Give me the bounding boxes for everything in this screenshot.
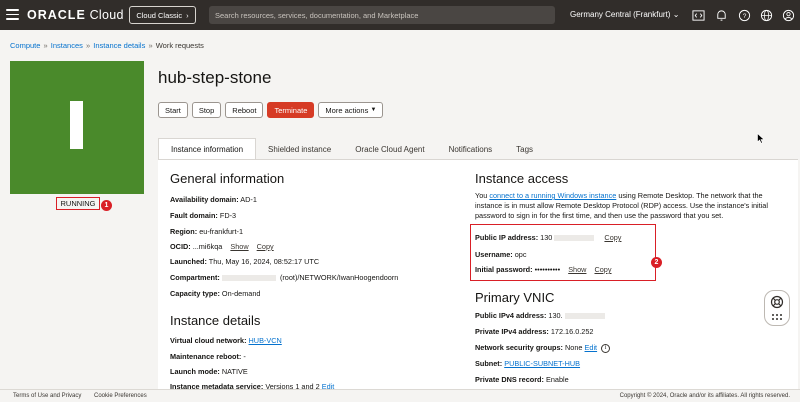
fault-domain-row: Fault domain: FD-3	[170, 211, 237, 220]
instance-details-heading: Instance details	[170, 313, 261, 328]
lifebuoy-icon	[770, 295, 784, 308]
highlight-box	[470, 224, 656, 281]
terms-link[interactable]: Terms of Use and Privacy	[13, 393, 81, 399]
action-toolbar: Start Stop Reboot Terminate More actions…	[158, 102, 384, 118]
start-button[interactable]: Start	[158, 102, 188, 118]
compartment-row: Compartment: (root)/NETWORK/IwanHoogendo…	[170, 273, 399, 282]
announcements-bell-icon[interactable]	[714, 8, 728, 22]
breadcrumb-compute[interactable]: Compute	[10, 41, 40, 50]
menu-icon[interactable]	[6, 9, 19, 20]
private-dns-row: Private DNS record: Enable	[475, 375, 569, 384]
callout-marker-1: 1	[101, 200, 112, 211]
tab-notifications[interactable]: Notifications	[437, 138, 505, 160]
top-navigation-bar: ORACLE Cloud Cloud Classic › Search resou…	[0, 0, 800, 30]
ocid-copy-link[interactable]: Copy	[257, 242, 274, 251]
chevron-down-icon: ⌄	[672, 10, 680, 19]
maintenance-reboot-row: Maintenance reboot: -	[170, 352, 246, 361]
availability-domain-row: Availability domain: AD-1	[170, 195, 257, 204]
svg-text:?: ?	[742, 12, 746, 19]
tab-shielded-instance[interactable]: Shielded instance	[256, 138, 343, 160]
info-icon[interactable]: i	[601, 343, 611, 353]
subnet-row: Subnet: PUBLIC-SUBNET-HUB	[475, 359, 581, 368]
launch-mode-row: Launch mode: NATIVE	[170, 367, 248, 376]
connect-windows-instance-link[interactable]: connect to a running Windows instance	[489, 191, 616, 200]
vcn-link[interactable]: HUB-VCN	[249, 336, 282, 345]
region-selector[interactable]: Germany Central (Frankfurt) ⌄	[570, 10, 679, 19]
mouse-cursor-icon	[757, 133, 765, 144]
instance-access-heading: Instance access	[475, 171, 569, 186]
code-editor-icon[interactable]	[691, 8, 705, 22]
user-profile-icon[interactable]	[781, 8, 795, 22]
footer: Terms of Use and Privacy Cookie Preferen…	[0, 389, 800, 402]
grid-dots-icon	[772, 313, 782, 320]
copyright-text: Copyright © 2024, Oracle and/or its affi…	[619, 393, 790, 399]
oracle-cloud-logo[interactable]: ORACLE Cloud	[27, 8, 124, 22]
tab-oracle-cloud-agent[interactable]: Oracle Cloud Agent	[343, 138, 436, 160]
chevron-right-icon: ›	[186, 10, 189, 20]
breadcrumb: Compute » Instances » Instance details »…	[10, 41, 204, 50]
callout-marker-2: 2	[651, 257, 662, 268]
primary-vnic-heading: Primary VNIC	[475, 290, 555, 305]
search-input[interactable]: Search resources, services, documentatio…	[209, 6, 555, 24]
ocid-row: OCID: ...mi6kqa Show Copy	[170, 242, 274, 251]
caret-down-icon: ▼	[370, 107, 377, 113]
tab-bar: Instance information Shielded instance O…	[158, 138, 545, 160]
help-widget[interactable]	[764, 290, 790, 326]
help-icon[interactable]: ?	[737, 8, 751, 22]
page-title: hub-step-stone	[158, 68, 272, 87]
nsg-edit-link[interactable]: Edit	[585, 343, 598, 352]
launched-row: Launched: Thu, May 16, 2024, 08:52:17 UT…	[170, 257, 320, 266]
redacted-value	[564, 313, 605, 320]
general-information-heading: General information	[170, 171, 285, 186]
public-ipv4-row: Public IPv4 address: 130.	[475, 311, 607, 320]
reboot-button[interactable]: Reboot	[225, 102, 264, 118]
capacity-type-row: Capacity type: On-demand	[170, 289, 261, 298]
redacted-value	[221, 275, 276, 282]
instance-status-tile	[10, 61, 144, 194]
tab-tags[interactable]: Tags	[504, 138, 545, 160]
cloud-classic-button[interactable]: Cloud Classic ›	[129, 6, 196, 24]
region-row: Region: eu-frankfurt-1	[170, 227, 244, 236]
breadcrumb-instances[interactable]: Instances	[51, 41, 83, 50]
terminate-button[interactable]: Terminate	[267, 102, 315, 118]
cookie-preferences-link[interactable]: Cookie Preferences	[94, 393, 147, 399]
instance-letter-icon	[70, 101, 83, 149]
subnet-link[interactable]: PUBLIC-SUBNET-HUB	[504, 359, 580, 368]
private-ipv4-row: Private IPv4 address: 172.16.0.252	[475, 327, 594, 336]
vcn-row: Virtual cloud network: HUB-VCN	[170, 336, 282, 345]
language-globe-icon[interactable]	[759, 8, 773, 22]
more-actions-button[interactable]: More actions ▼	[318, 102, 384, 118]
status-badge: RUNNING	[56, 197, 100, 210]
breadcrumb-instance-details[interactable]: Instance details	[93, 41, 145, 50]
breadcrumb-work-requests: Work requests	[155, 41, 204, 50]
nsg-row: Network security groups: None Edit i	[475, 343, 611, 353]
ocid-show-link[interactable]: Show	[230, 242, 248, 251]
instance-access-description: You connect to a running Windows instanc…	[475, 191, 768, 220]
tab-instance-information[interactable]: Instance information	[158, 138, 257, 160]
stop-button[interactable]: Stop	[191, 102, 222, 118]
